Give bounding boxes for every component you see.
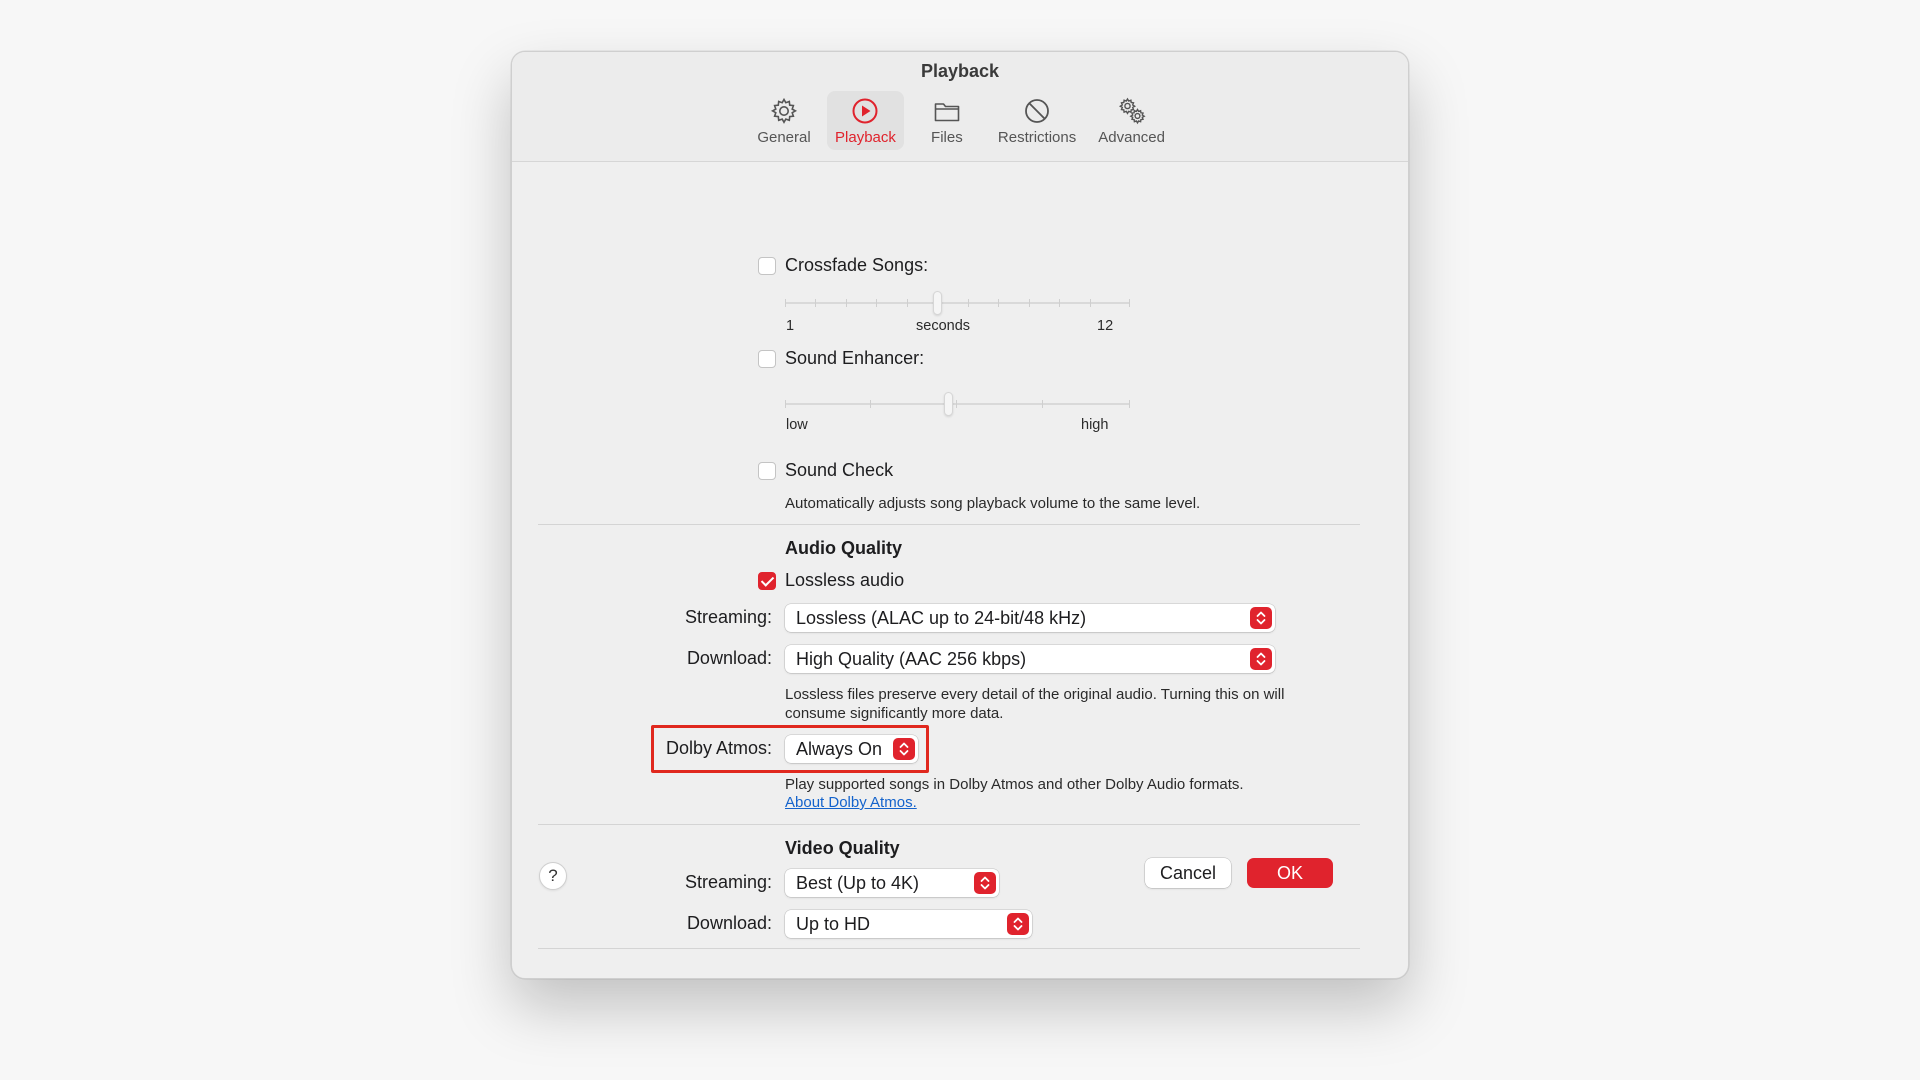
slider-tick: [956, 400, 957, 408]
restricted-icon: [1025, 99, 1049, 123]
sound-check-checkbox[interactable]: [758, 462, 776, 480]
dolby-atmos-value: Always On: [796, 739, 883, 759]
sound-enhancer-slider-track: [785, 403, 1130, 405]
video-download-popup[interactable]: Up to HD: [785, 910, 1032, 938]
sound-check-label: Sound Check: [785, 460, 894, 480]
slider-tick: [1090, 299, 1091, 307]
tab-general-label: General: [757, 129, 811, 146]
play-circle-icon: [852, 98, 878, 124]
audio-download-stepper[interactable]: [1250, 648, 1272, 670]
slider-tick: [815, 299, 816, 307]
cancel-button[interactable]: Cancel: [1145, 858, 1231, 888]
chevron-up-down-icon: [980, 876, 990, 890]
tab-files[interactable]: Files: [910, 91, 984, 150]
lossless-audio-label: Lossless audio: [785, 570, 905, 590]
sound-enhancer-low-label: low: [786, 417, 808, 433]
folder-icon: [934, 103, 960, 122]
crossfade-label: Crossfade Songs:: [785, 255, 929, 275]
audio-download-popup[interactable]: High Quality (AAC 256 kbps): [785, 645, 1275, 673]
section-divider: [538, 824, 1360, 825]
tab-playback-label: Playback: [835, 129, 896, 146]
audio-streaming-popup[interactable]: Lossless (ALAC up to 24-bit/48 kHz): [785, 604, 1275, 632]
gear-icon: [770, 97, 798, 124]
video-download-value: Up to HD: [796, 914, 871, 934]
audio-streaming-value: Lossless (ALAC up to 24-bit/48 kHz): [796, 608, 1087, 628]
sound-enhancer-slider-thumb[interactable]: [944, 392, 953, 416]
tab-files-label: Files: [931, 129, 963, 146]
slider-tick: [998, 299, 999, 307]
slider-tick: [1029, 299, 1030, 307]
playback-settings: Crossfade Songs: 1 seconds 12 Sound Enha…: [512, 162, 1408, 978]
sound-enhancer-high-label: high: [1081, 417, 1109, 433]
video-streaming-stepper[interactable]: [974, 872, 996, 894]
chevron-up-down-icon: [899, 742, 909, 756]
window-title: Playback: [920, 61, 1000, 81]
slider-tick: [876, 299, 877, 307]
sound-enhancer-checkbox[interactable]: [758, 350, 776, 368]
video-quality-heading: Video Quality: [785, 838, 900, 858]
chevron-up-down-icon: [1013, 917, 1023, 931]
crossfade-max-label: 12: [1097, 318, 1114, 334]
crossfade-slider-track: [785, 302, 1130, 304]
tab-advanced[interactable]: Advanced: [1090, 91, 1173, 150]
dolby-atmos-description: Play supported songs in Dolby Atmos and …: [785, 776, 1244, 793]
crossfade-unit-label: seconds: [916, 318, 971, 334]
audio-streaming-stepper[interactable]: [1250, 607, 1272, 629]
tab-playback[interactable]: Playback: [827, 91, 904, 150]
tab-restrictions[interactable]: Restrictions: [990, 91, 1084, 150]
slider-tick: [785, 400, 786, 408]
dolby-atmos-stepper[interactable]: [893, 738, 915, 760]
chevron-up-down-icon: [1256, 611, 1266, 625]
chevron-up-down-icon: [1256, 652, 1266, 666]
audio-streaming-label: Streaming:: [684, 607, 772, 627]
tab-advanced-label: Advanced: [1098, 129, 1165, 146]
ok-button[interactable]: OK: [1247, 858, 1333, 888]
video-streaming-popup[interactable]: Best (Up to 4K): [785, 869, 999, 897]
preferences-toolbar: General Playback Files Restrictions Adva…: [512, 91, 1408, 150]
slider-tick: [1042, 400, 1043, 408]
video-download-stepper[interactable]: [1007, 913, 1029, 935]
preferences-window: Playback General Playback Files Restrict…: [511, 51, 1409, 979]
audio-download-value: High Quality (AAC 256 kbps): [796, 649, 1027, 669]
help-button[interactable]: ?: [539, 862, 567, 890]
audio-quality-heading: Audio Quality: [785, 538, 902, 558]
slider-tick: [870, 400, 871, 408]
slider-tick: [1059, 299, 1060, 307]
about-dolby-atmos-link[interactable]: About Dolby Atmos.: [785, 794, 917, 811]
video-streaming-label: Streaming:: [684, 872, 772, 892]
lossless-audio-checkbox[interactable]: [758, 572, 776, 590]
audio-download-label: Download:: [686, 648, 772, 668]
slider-tick: [968, 299, 969, 307]
dolby-atmos-popup[interactable]: Always On: [785, 735, 918, 763]
section-divider: [538, 524, 1360, 525]
slider-tick: [785, 299, 786, 307]
slider-tick: [846, 299, 847, 307]
lossless-description: Lossless files preserve every detail of …: [785, 686, 1285, 722]
section-divider: [538, 948, 1360, 949]
slider-tick: [1129, 299, 1130, 307]
crossfade-checkbox[interactable]: [758, 257, 776, 275]
tab-general[interactable]: General: [747, 91, 821, 150]
gears-icon: [1118, 97, 1146, 125]
sound-enhancer-label: Sound Enhancer:: [785, 348, 925, 368]
slider-tick: [907, 299, 908, 307]
dolby-atmos-label: Dolby Atmos:: [665, 738, 772, 758]
video-download-label: Download:: [686, 913, 772, 933]
tab-restrictions-label: Restrictions: [997, 129, 1077, 146]
titlebar: Playback General Playback Files Restrict…: [512, 52, 1408, 162]
slider-tick: [1129, 400, 1130, 408]
video-streaming-value: Best (Up to 4K): [796, 873, 920, 893]
sound-check-description: Automatically adjusts song playback volu…: [785, 495, 1201, 512]
crossfade-slider-thumb[interactable]: [933, 291, 942, 315]
crossfade-min-label: 1: [786, 318, 795, 334]
